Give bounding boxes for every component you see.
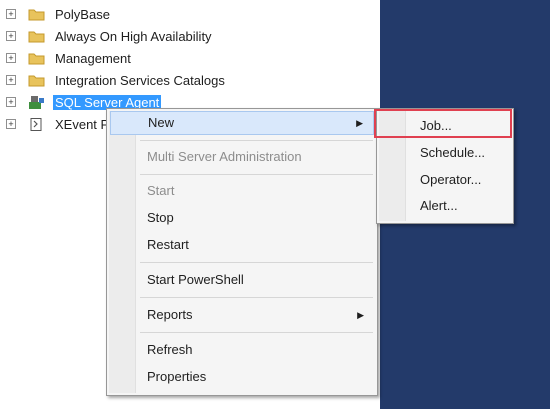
expand-icon[interactable]: + <box>6 97 16 107</box>
folder-icon <box>28 75 45 86</box>
menu-item-label: Start PowerShell <box>147 272 244 287</box>
submenu-item-alert[interactable]: Alert... <box>380 193 510 219</box>
folder-icon <box>28 53 45 64</box>
menu-separator <box>140 140 373 141</box>
tree-node-label: XEvent P <box>55 116 110 132</box>
menu-separator <box>140 262 373 263</box>
menu-item-label: Restart <box>147 237 189 252</box>
folder-icon <box>28 31 45 42</box>
tree-node-label: Integration Services Catalogs <box>55 72 225 88</box>
folder-icon <box>28 9 45 20</box>
expand-icon[interactable]: + <box>6 9 16 19</box>
menu-item-label: Multi Server Administration <box>147 149 302 164</box>
menu-item-start[interactable]: Start <box>110 179 374 203</box>
menu-separator <box>140 174 373 175</box>
menu-item-new[interactable]: New ▶ <box>110 111 374 135</box>
menu-item-label: Schedule... <box>420 145 486 160</box>
menu-item-label: Stop <box>147 210 174 225</box>
menu-separator <box>140 297 373 298</box>
expand-icon[interactable]: + <box>6 75 16 85</box>
job-highlight-outline <box>374 109 512 138</box>
menu-item-label: Properties <box>147 369 207 384</box>
menu-item-label: Operator... <box>420 172 482 187</box>
menu-item-refresh[interactable]: Refresh <box>110 338 374 362</box>
menu-item-reports[interactable]: Reports ▶ <box>110 303 374 327</box>
menu-item-label: Alert... <box>420 198 458 213</box>
xevent-profiler-icon <box>30 117 42 131</box>
menu-separator <box>140 332 373 333</box>
context-menu: New ▶ Multi Server Administration Start … <box>106 108 378 396</box>
menu-item-stop[interactable]: Stop <box>110 206 374 230</box>
tree-node-label: Management <box>55 50 131 66</box>
tree-node-label: Always On High Availability <box>55 28 212 44</box>
submenu-arrow-icon: ▶ <box>357 310 364 320</box>
submenu-item-operator[interactable]: Operator... <box>380 167 510 193</box>
menu-item-properties[interactable]: Properties <box>110 365 374 389</box>
sql-agent-icon <box>29 95 44 109</box>
menu-item-label: Refresh <box>147 342 193 357</box>
menu-item-label: Reports <box>147 307 193 322</box>
submenu-item-schedule[interactable]: Schedule... <box>380 140 510 166</box>
expand-icon[interactable]: + <box>6 53 16 63</box>
menu-item-label: Start <box>147 183 175 198</box>
submenu-arrow-icon: ▶ <box>356 118 363 128</box>
expand-icon[interactable]: + <box>6 31 16 41</box>
menu-item-start-powershell[interactable]: Start PowerShell <box>110 268 374 292</box>
menu-item-multi-server-administration[interactable]: Multi Server Administration <box>110 145 374 169</box>
tree-node-label: PolyBase <box>55 6 110 22</box>
expand-icon[interactable]: + <box>6 119 16 129</box>
menu-item-label: New <box>148 115 175 130</box>
menu-item-restart[interactable]: Restart <box>110 233 374 257</box>
